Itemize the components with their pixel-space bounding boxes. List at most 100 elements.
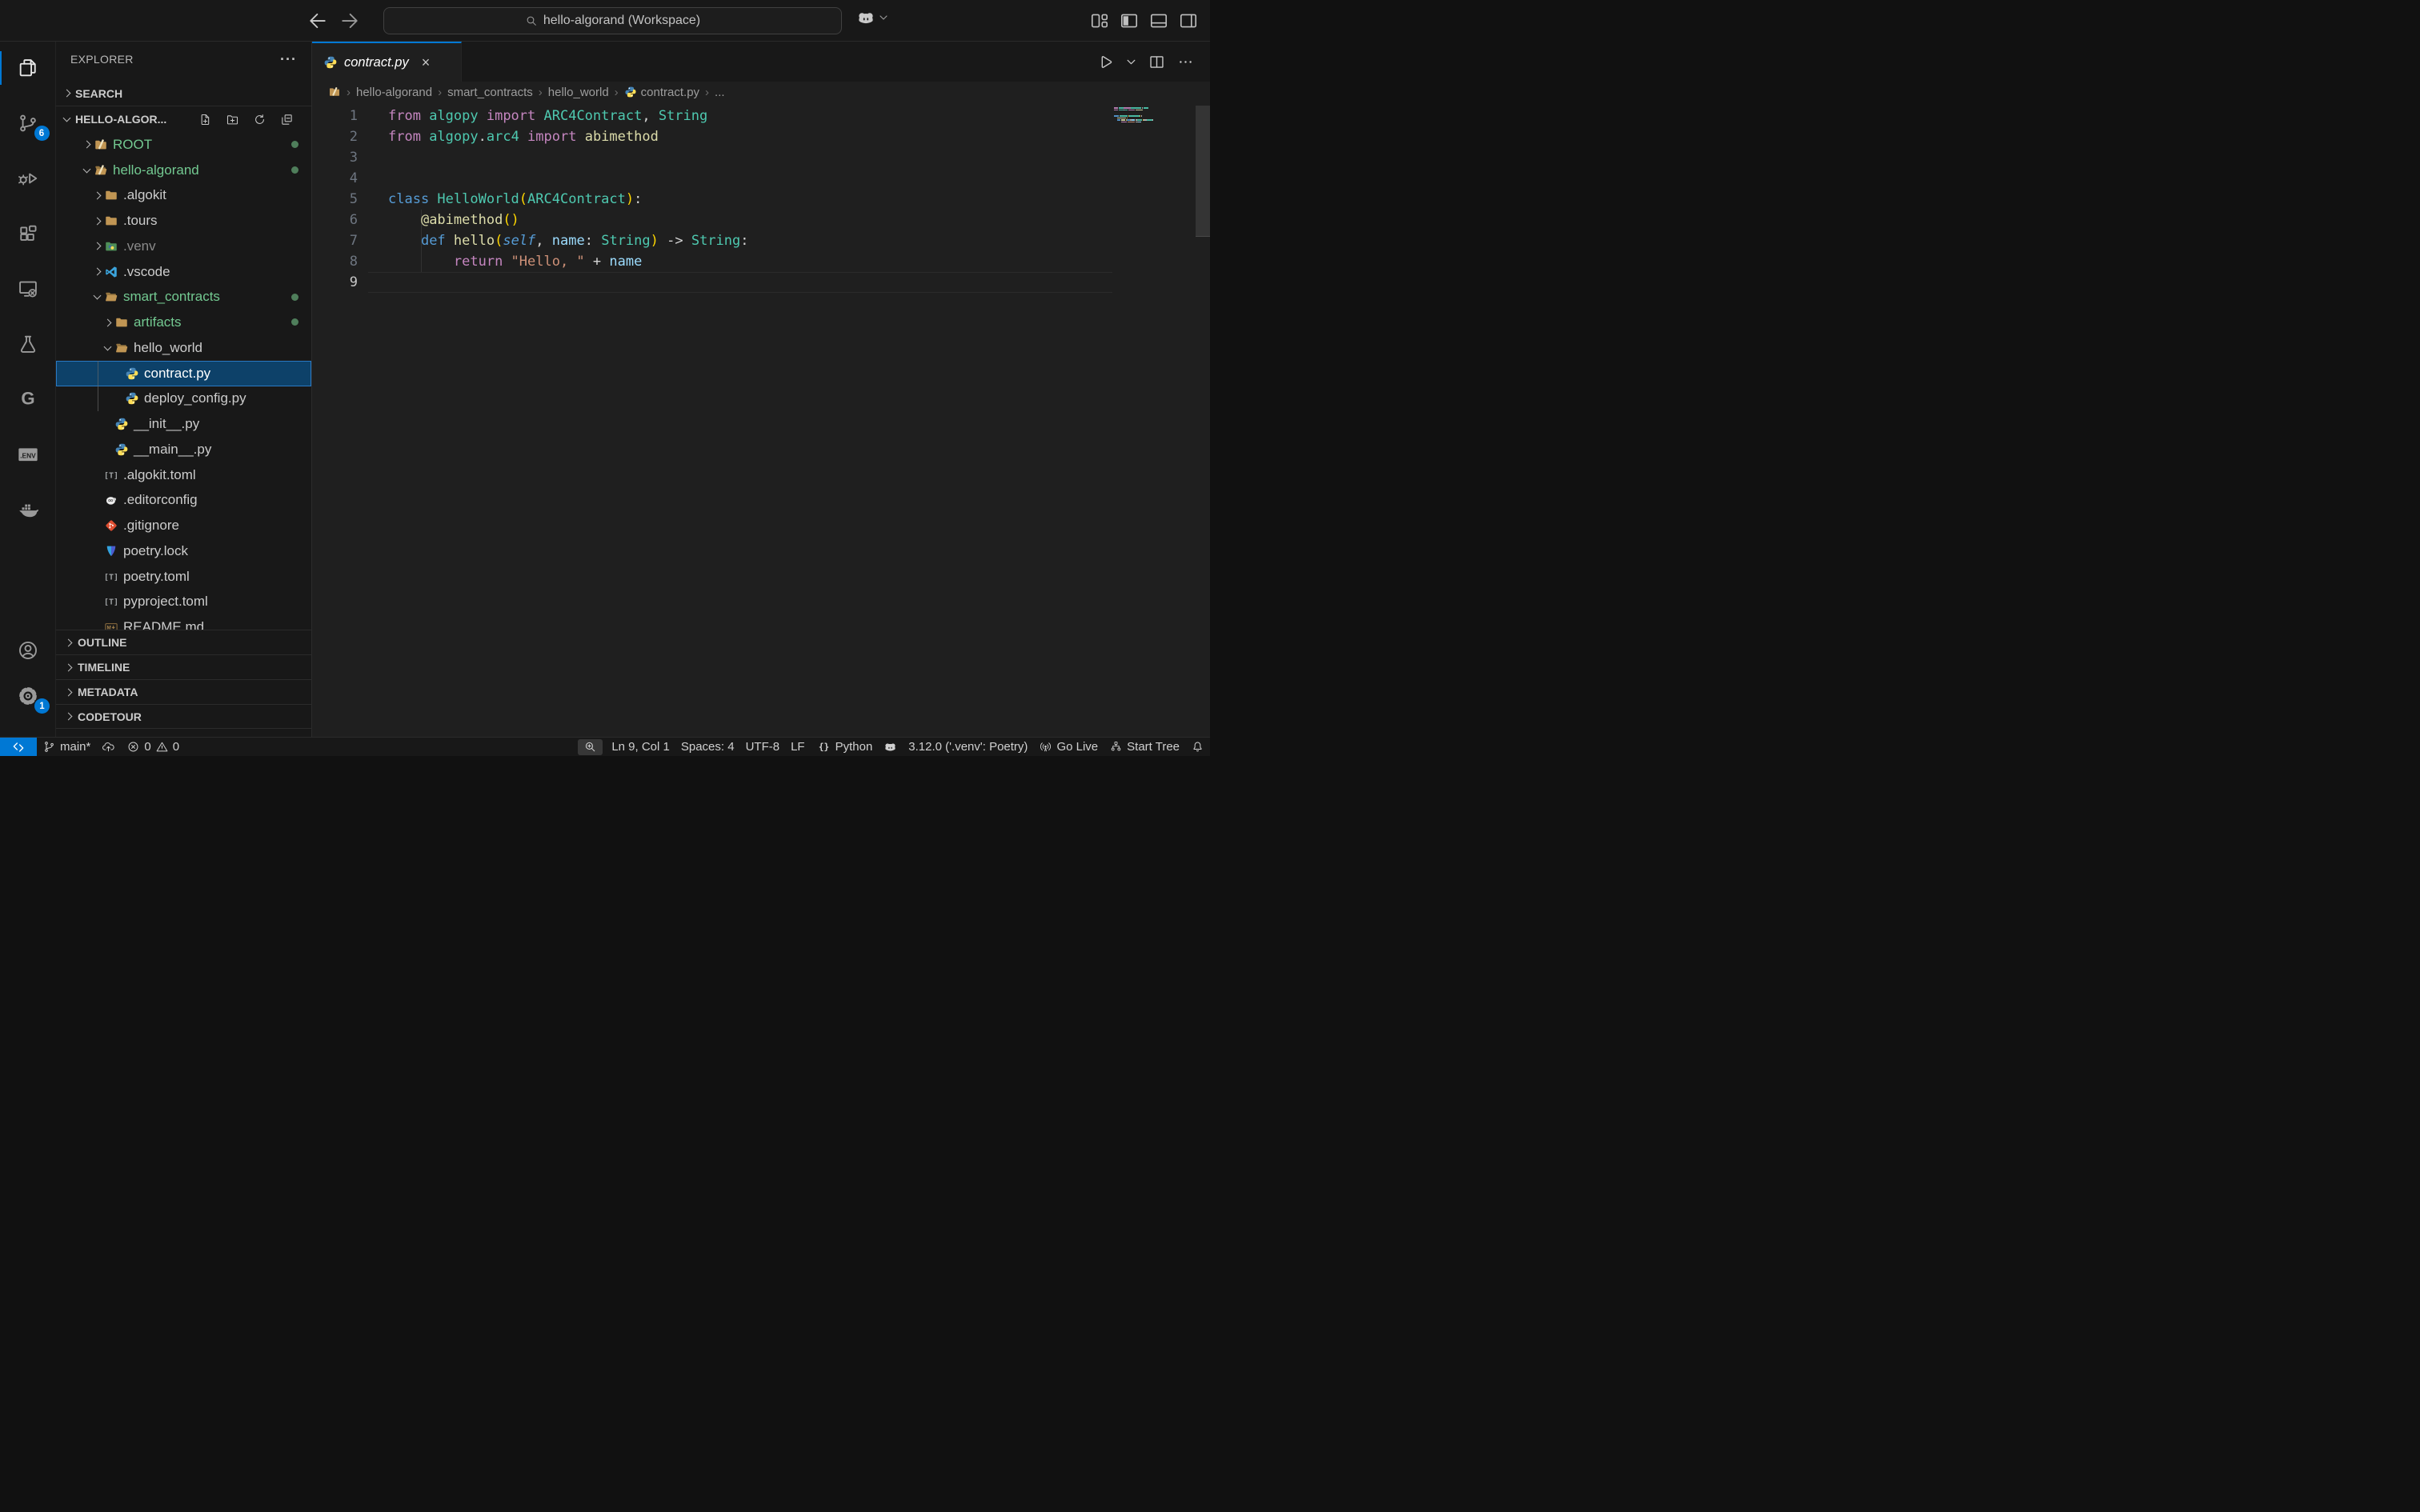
- tree-item-hello-world[interactable]: hello_world: [56, 335, 311, 361]
- workspace-section-header[interactable]: HELLO-ALGOR...: [56, 106, 311, 132]
- status-publish-changes[interactable]: [96, 738, 121, 757]
- toggle-primary-sidebar-icon[interactable]: [1119, 10, 1140, 31]
- breadcrumb-item-hello-world[interactable]: hello_world: [548, 86, 609, 99]
- status-zoom-status[interactable]: [578, 739, 603, 755]
- sidebar-more-icon[interactable]: ···: [280, 51, 297, 68]
- status-language-mode[interactable]: {}Python: [811, 738, 879, 757]
- status-encoding[interactable]: UTF-8: [740, 738, 786, 757]
- code-editor[interactable]: 1from algopy import ARC4Contract, String…: [312, 102, 1210, 737]
- tree-item-root[interactable]: ROOT: [56, 132, 311, 158]
- new-folder-icon[interactable]: [226, 113, 239, 126]
- tree-item-algokit[interactable]: .algokit: [56, 183, 311, 209]
- tree-item-poetry-toml[interactable]: [T]poetry.toml: [56, 564, 311, 590]
- breadcrumb-item--[interactable]: ...: [715, 86, 725, 99]
- panel-header-metadata[interactable]: METADATA: [56, 679, 311, 704]
- activity-item-source-control[interactable]: 6: [0, 103, 56, 143]
- editor-group: contract.py × ›hello-algorand›smart_cont…: [312, 42, 1210, 737]
- tree-item-smart-contracts[interactable]: smart_contracts: [56, 285, 311, 310]
- tree-item-init-py[interactable]: __init__.py: [56, 411, 311, 437]
- tree-item-editorconfig[interactable]: .editorconfig: [56, 488, 311, 514]
- tree-item-artifacts[interactable]: artifacts: [56, 310, 311, 335]
- activity-item-run-and-debug[interactable]: [0, 158, 56, 198]
- status-go-live[interactable]: Go Live: [1033, 738, 1104, 757]
- panel-header-timeline[interactable]: TIMELINE: [56, 654, 311, 679]
- status-start-tree[interactable]: Start Tree: [1104, 738, 1185, 757]
- run-dropdown-icon[interactable]: [1126, 57, 1136, 67]
- command-center-search[interactable]: hello-algorand (Workspace): [383, 7, 842, 34]
- panel-header-codetour[interactable]: CODETOUR: [56, 704, 311, 729]
- remote-icon: [12, 741, 25, 754]
- code-line-1[interactable]: 1from algopy import ARC4Contract, String: [312, 106, 1210, 126]
- status-indentation[interactable]: Spaces: 4: [675, 738, 740, 757]
- editor-more-icon[interactable]: [1177, 54, 1194, 70]
- breadcrumb-label: smart_contracts: [447, 86, 533, 99]
- tree-item-hello-algorand[interactable]: hello-algorand: [56, 158, 311, 183]
- braces-icon: {}: [816, 739, 831, 754]
- python-icon: [323, 55, 338, 70]
- tree-item-contract-py[interactable]: contract.py: [56, 361, 311, 386]
- collapse-all-icon[interactable]: [280, 113, 294, 126]
- search-section-header[interactable]: SEARCH: [56, 81, 311, 106]
- layout-customize-icon[interactable]: [1089, 10, 1110, 31]
- back-icon[interactable]: [306, 9, 330, 33]
- tree-item-vscode[interactable]: .vscode: [56, 259, 311, 285]
- code-line-5[interactable]: 5class HelloWorld(ARC4Contract):: [312, 189, 1210, 210]
- copilot-menu[interactable]: [856, 8, 888, 27]
- tree-item-venv[interactable]: .venv: [56, 234, 311, 259]
- refresh-icon[interactable]: [253, 113, 266, 126]
- tree-item-deploy-config-py[interactable]: deploy_config.py: [56, 386, 311, 412]
- tree-item-main-py[interactable]: __main__.py: [56, 437, 311, 462]
- panel-header-outline[interactable]: OUTLINE: [56, 630, 311, 654]
- status-label: main*: [60, 740, 90, 754]
- code-line-7[interactable]: 7 def hello(self, name: String) -> Strin…: [312, 230, 1210, 251]
- activity-item-gitlens[interactable]: G: [0, 379, 56, 419]
- status-python-interpreter[interactable]: 3.12.0 ('.venv': Poetry): [903, 738, 1033, 757]
- tree-item-poetry-lock[interactable]: poetry.lock: [56, 538, 311, 564]
- run-button[interactable]: [1097, 54, 1114, 70]
- status-copilot-status[interactable]: [878, 738, 903, 757]
- status-label: UTF-8: [746, 740, 780, 754]
- activity-item-extensions[interactable]: [0, 214, 56, 254]
- tree-item-tours[interactable]: .tours: [56, 208, 311, 234]
- activity-item-settings[interactable]: 1: [0, 676, 56, 716]
- tree-item-pyproject-toml[interactable]: [T]pyproject.toml: [56, 590, 311, 615]
- status-cursor-position[interactable]: Ln 9, Col 1: [606, 738, 675, 757]
- breadcrumb[interactable]: ›hello-algorand›smart_contracts›hello_wo…: [312, 82, 1210, 102]
- code-line-4[interactable]: 4: [312, 168, 1210, 189]
- activity-item-docker[interactable]: [0, 490, 56, 530]
- activity-item-accounts[interactable]: [0, 630, 56, 670]
- remote-indicator[interactable]: [0, 738, 37, 757]
- toggle-panel-icon[interactable]: [1148, 10, 1169, 31]
- code-line-3[interactable]: 3: [312, 147, 1210, 168]
- status-label: Spaces: 4: [681, 740, 735, 754]
- status-git-branch[interactable]: main*: [37, 738, 96, 757]
- forward-icon[interactable]: [338, 9, 362, 33]
- status-eol[interactable]: LF: [785, 738, 811, 757]
- activity-item-remote-explorer[interactable]: [0, 269, 56, 309]
- activity-item-explorer[interactable]: [0, 48, 56, 88]
- toggle-secondary-sidebar-icon[interactable]: [1178, 10, 1199, 31]
- code-line-9[interactable]: 9: [312, 272, 1210, 293]
- tab-contract-py[interactable]: contract.py ×: [312, 42, 462, 82]
- breadcrumb-item[interactable]: [328, 86, 341, 98]
- code-line-2[interactable]: 2from algopy.arc4 import abimethod: [312, 126, 1210, 147]
- breadcrumb-item-hello-algorand[interactable]: hello-algorand: [356, 86, 432, 99]
- tree-item-readme-md[interactable]: MREADME.md: [56, 614, 311, 630]
- code-line-6[interactable]: 6 @abimethod(): [312, 210, 1210, 230]
- docker-icon: [17, 498, 39, 521]
- minimap[interactable]: [1114, 107, 1188, 126]
- activity-item-testing[interactable]: [0, 324, 56, 364]
- status-notifications[interactable]: [1185, 738, 1210, 757]
- tree-item-label: .algokit: [123, 187, 166, 203]
- activity-item-dotenv[interactable]: .ENV: [0, 434, 56, 474]
- breadcrumb-item-contract-py[interactable]: contract.py: [624, 86, 699, 99]
- tree-item-gitignore[interactable]: .gitignore: [56, 513, 311, 538]
- close-tab-icon[interactable]: ×: [422, 55, 431, 70]
- status-problems[interactable]: 00: [121, 738, 185, 757]
- code-line-8[interactable]: 8 return "Hello, " + name: [312, 251, 1210, 272]
- editor-scrollbar[interactable]: [1196, 106, 1210, 237]
- split-editor-icon[interactable]: [1148, 54, 1165, 70]
- breadcrumb-item-smart-contracts[interactable]: smart_contracts: [447, 86, 533, 99]
- tree-item-algokit-toml[interactable]: [T].algokit.toml: [56, 462, 311, 488]
- new-file-icon[interactable]: [198, 113, 212, 126]
